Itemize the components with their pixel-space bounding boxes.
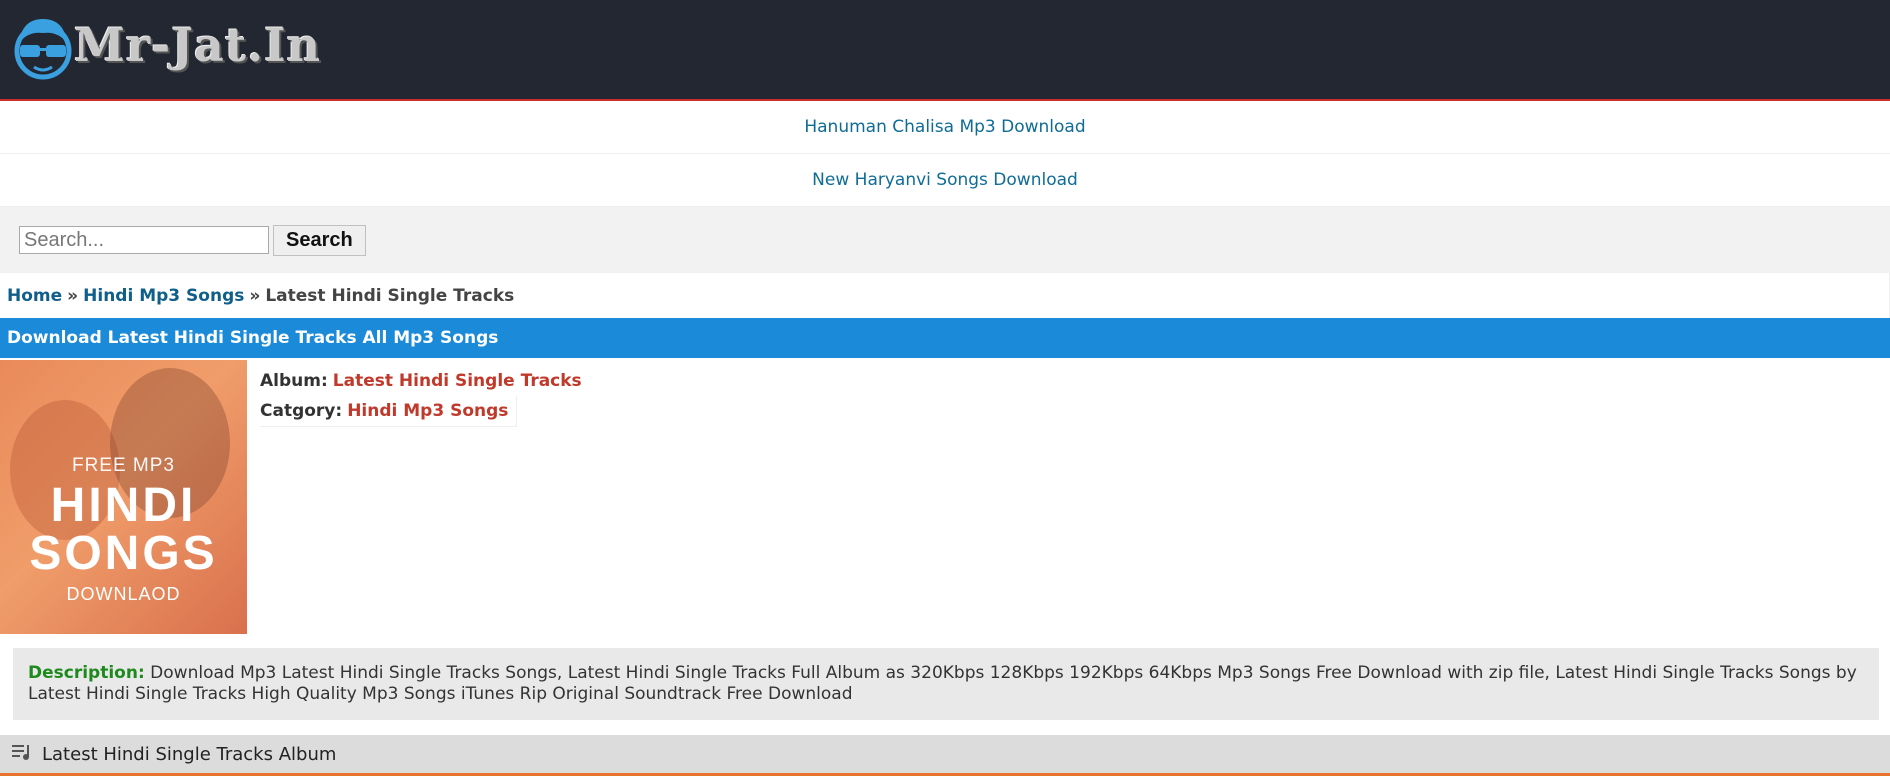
- description-label: Description:: [28, 663, 145, 683]
- breadcrumb-category-link[interactable]: Hindi Mp3 Songs: [83, 286, 244, 306]
- description-text: Download Mp3 Latest Hindi Single Tracks …: [28, 663, 1857, 704]
- album-meta: Album: Latest Hindi Single Tracks Catgor…: [260, 366, 582, 427]
- album-info: FREE MP3 HINDI SONGS DOWNLAOD Album: Lat…: [0, 358, 1890, 634]
- search-bar: Search: [0, 207, 1890, 273]
- cover-text-hindi: HINDI: [50, 479, 197, 532]
- section-title: Latest Hindi Single Tracks Album: [42, 743, 337, 765]
- cover-text-songs: SONGS: [29, 527, 218, 580]
- breadcrumb: Home » Hindi Mp3 Songs » Latest Hindi Si…: [0, 273, 1890, 318]
- category-row: Catgory: Hindi Mp3 Songs: [260, 396, 518, 427]
- album-link[interactable]: Latest Hindi Single Tracks: [333, 371, 582, 391]
- logo-text: Mr-Jat.In: [74, 18, 322, 72]
- album-cover-image[interactable]: FREE MP3 HINDI SONGS DOWNLAOD: [0, 360, 247, 634]
- breadcrumb-home-link[interactable]: Home: [7, 286, 62, 306]
- search-button[interactable]: Search: [273, 224, 366, 256]
- cover-text-free-mp3: FREE MP3: [71, 455, 176, 476]
- nav-link-haryanvi-songs[interactable]: New Haryanvi Songs Download: [0, 154, 1890, 207]
- page-title: Download Latest Hindi Single Tracks All …: [0, 318, 1890, 358]
- breadcrumb-current: Latest Hindi Single Tracks: [265, 285, 515, 306]
- section-header: Latest Hindi Single Tracks Album: [0, 735, 1890, 776]
- nav-link-hanuman-chalisa[interactable]: Hanuman Chalisa Mp3 Download: [0, 101, 1890, 154]
- album-label: Album:: [260, 371, 328, 391]
- breadcrumb-separator: »: [249, 285, 261, 306]
- cover-text-download: DOWNLAOD: [66, 584, 181, 604]
- category-label: Catgory:: [260, 401, 343, 421]
- logo-face-icon: [14, 19, 72, 80]
- playlist-icon: [12, 743, 32, 766]
- site-logo[interactable]: Mr-Jat.In: [14, 6, 321, 92]
- category-link[interactable]: Hindi Mp3 Songs: [347, 401, 508, 421]
- site-header: Mr-Jat.In: [0, 0, 1890, 101]
- search-input[interactable]: [19, 226, 269, 254]
- breadcrumb-separator: »: [67, 285, 79, 306]
- description-box: Description: Download Mp3 Latest Hindi S…: [13, 648, 1879, 720]
- album-row: Album: Latest Hindi Single Tracks: [260, 366, 582, 396]
